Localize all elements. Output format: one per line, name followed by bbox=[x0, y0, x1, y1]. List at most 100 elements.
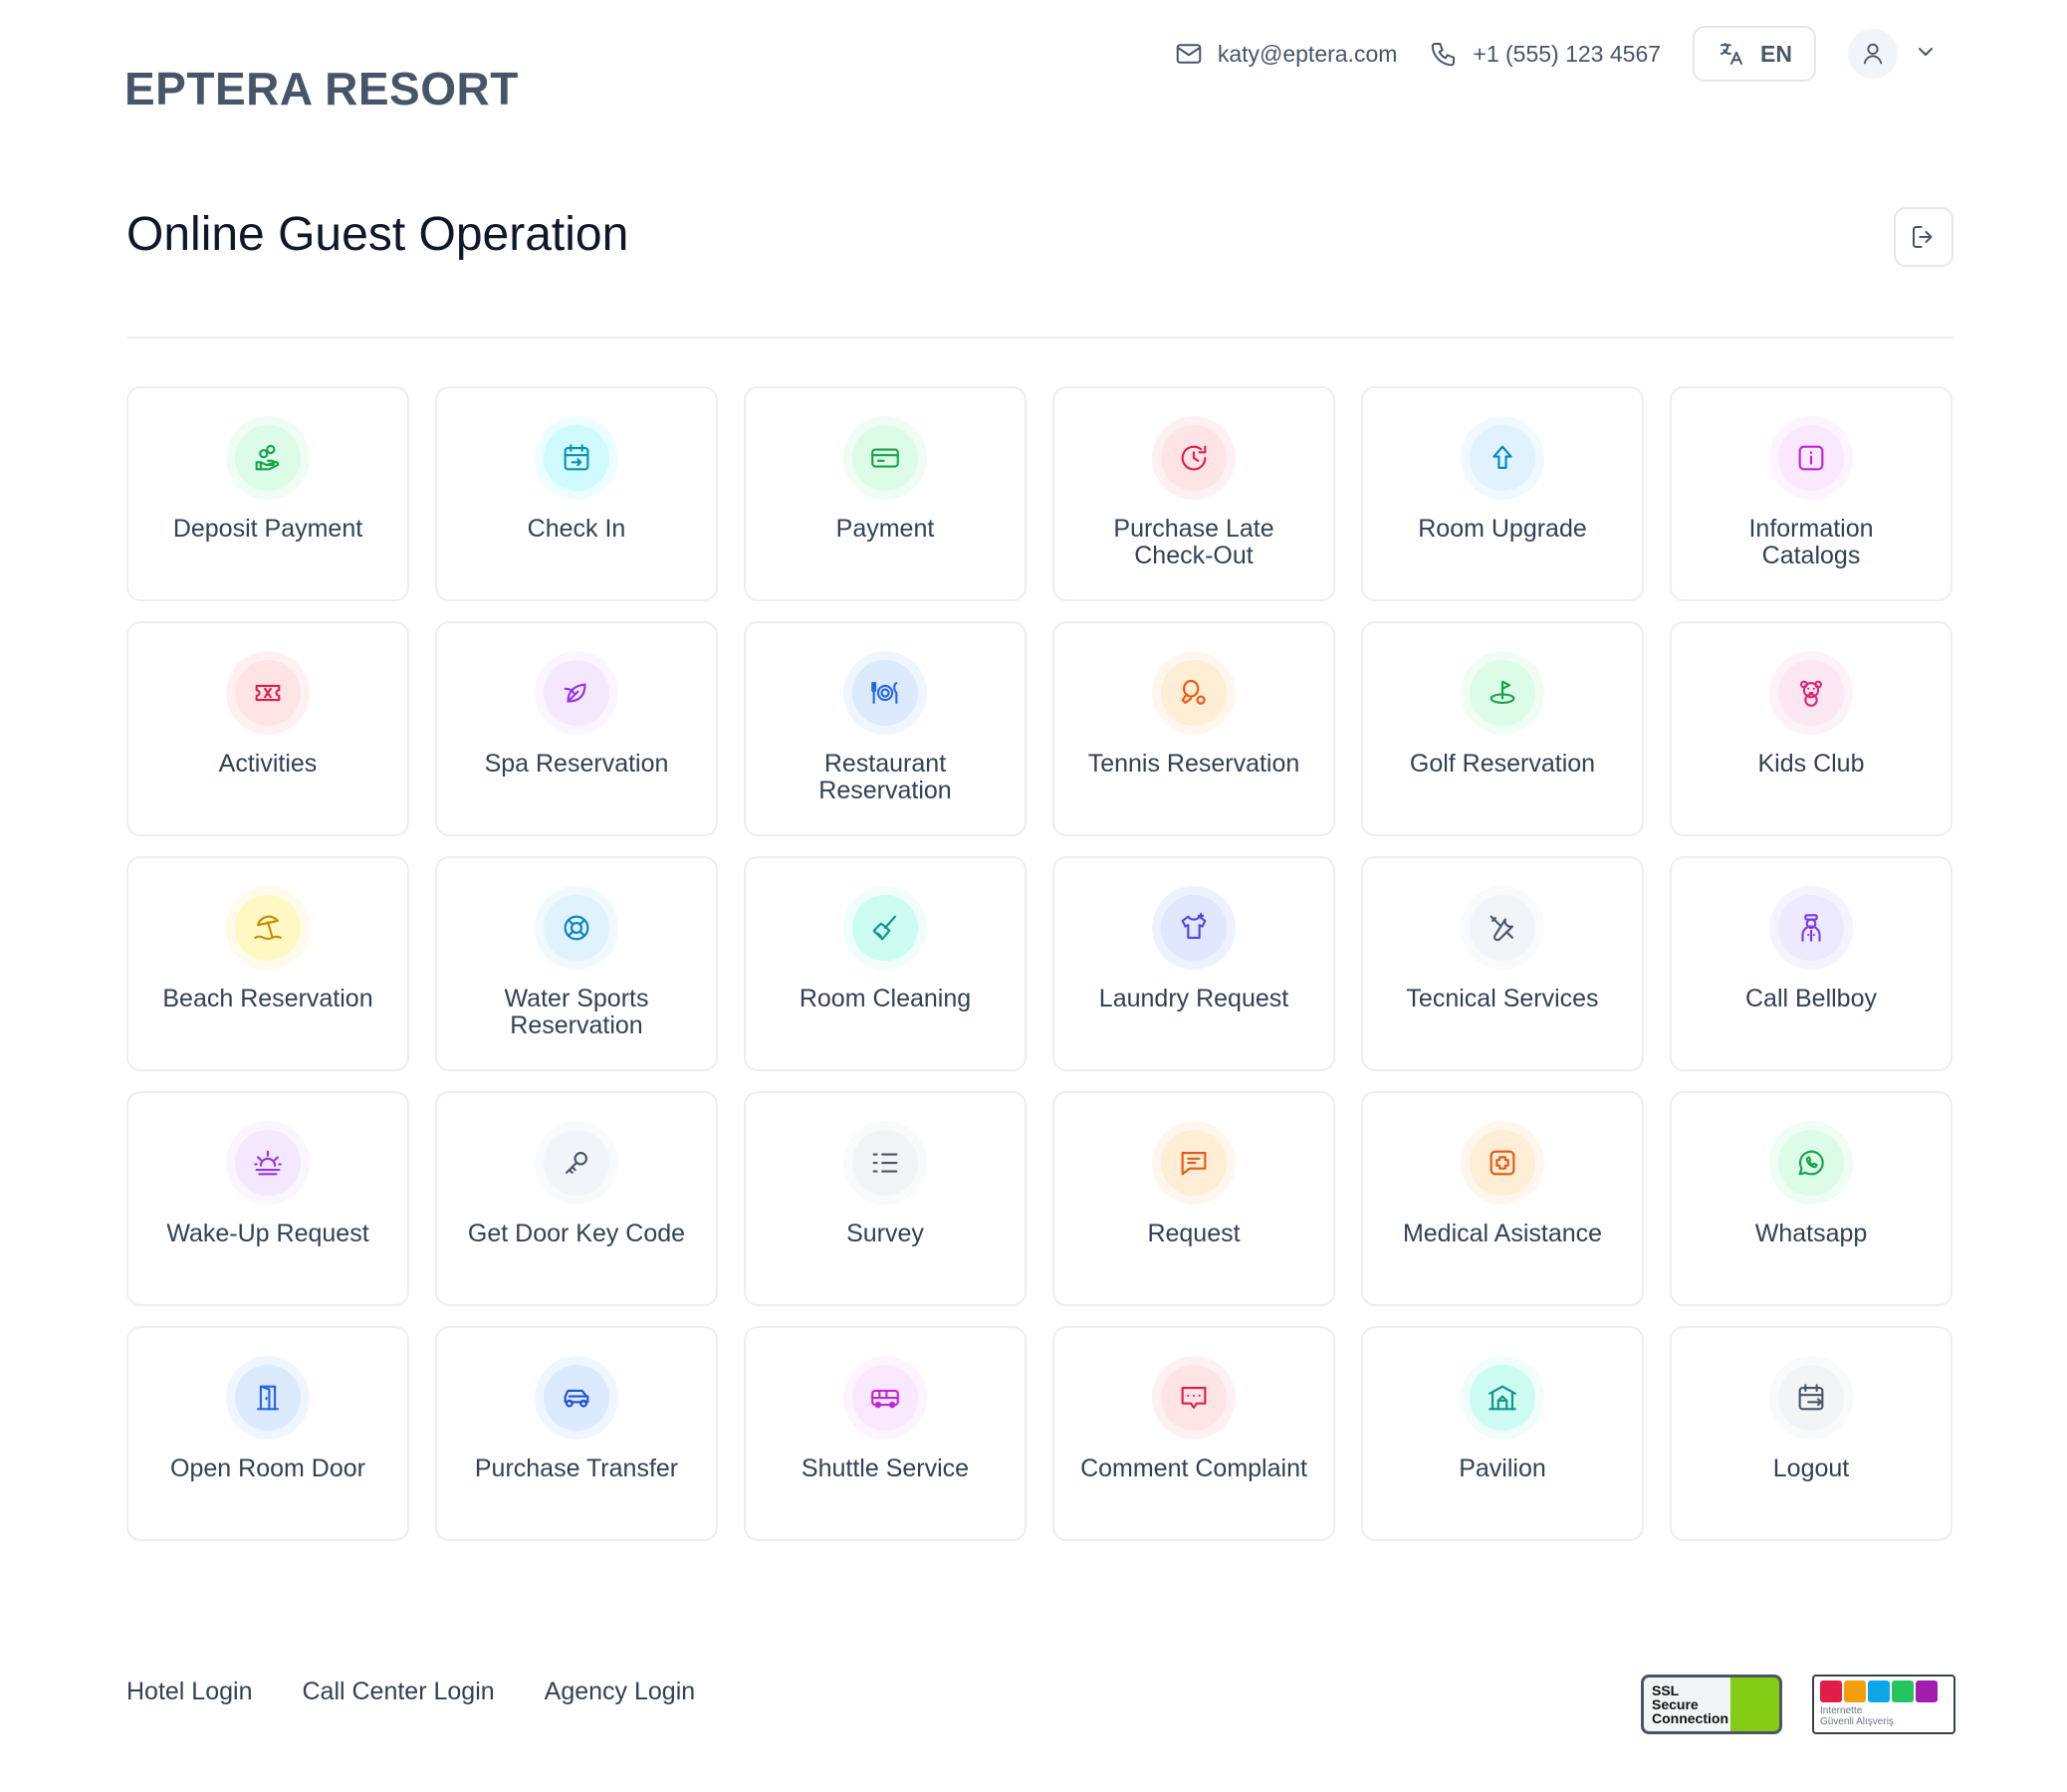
calendar-check-in-icon bbox=[544, 425, 609, 491]
service-card-label: Activities bbox=[218, 750, 318, 778]
service-card-open-room-door[interactable]: Open Room Door bbox=[126, 1326, 409, 1541]
clock-refresh-icon bbox=[1161, 425, 1227, 491]
service-card-survey[interactable]: Survey bbox=[744, 1091, 1027, 1306]
service-card-label: Whatsapp bbox=[1754, 1220, 1868, 1247]
arrow-up-icon bbox=[1470, 425, 1535, 491]
service-card-label: Medical Asistance bbox=[1402, 1220, 1603, 1247]
service-card-kids-club[interactable]: Kids Club bbox=[1670, 621, 1952, 836]
icon-ring bbox=[1769, 1356, 1853, 1440]
icon-ring bbox=[1461, 886, 1544, 970]
icon-ring bbox=[1461, 1121, 1544, 1205]
plate-cutlery-icon bbox=[852, 660, 918, 726]
divider bbox=[126, 336, 1954, 338]
guvenli-alisveris-badge[interactable]: Internette Güvenli Alışveriş bbox=[1812, 1675, 1955, 1734]
mail-icon bbox=[1176, 44, 1202, 64]
logout-icon bbox=[1913, 226, 1933, 248]
service-card-label: Pavilion bbox=[1459, 1455, 1546, 1482]
golf-icon bbox=[1470, 660, 1535, 726]
footer-links: Hotel Login Call Center Login Agency Log… bbox=[126, 1678, 695, 1706]
service-card-label: Open Room Door bbox=[170, 1455, 365, 1482]
service-card-pavilion[interactable]: Pavilion bbox=[1361, 1326, 1644, 1541]
chevron-down-icon[interactable] bbox=[1914, 40, 1938, 69]
service-card-spa-reservation[interactable]: Spa Reservation bbox=[435, 621, 718, 836]
service-card-label: Survey bbox=[846, 1220, 924, 1247]
guvenli-line-2: Güvenli Alışveriş bbox=[1820, 1716, 1894, 1727]
ticket-icon bbox=[235, 660, 301, 726]
service-card-information-catalogs[interactable]: Information Catalogs bbox=[1670, 386, 1952, 601]
service-card-label: Deposit Payment bbox=[172, 515, 363, 543]
service-grid: Deposit Payment Check In Payment Purchase L… bbox=[126, 386, 1954, 1541]
service-card-purchase-late-check-out[interactable]: Purchase Late Check-Out bbox=[1052, 386, 1335, 601]
service-card-golf-reservation[interactable]: Golf Reservation bbox=[1361, 621, 1644, 836]
ssl-secure-badge[interactable]: SSL Secure Connection bbox=[1641, 1675, 1782, 1734]
email-contact[interactable]: katy@eptera.com bbox=[1174, 39, 1398, 69]
service-card-label: Logout bbox=[1772, 1455, 1850, 1482]
service-card-logout[interactable]: Logout bbox=[1670, 1326, 1952, 1541]
medical-cross-icon bbox=[1470, 1130, 1535, 1196]
translate-icon bbox=[1721, 43, 1743, 65]
service-card-wake-up-request[interactable]: Wake-Up Request bbox=[126, 1091, 409, 1306]
checklist-icon bbox=[852, 1130, 918, 1196]
service-card-check-in[interactable]: Check In bbox=[435, 386, 718, 601]
call-center-login-link[interactable]: Call Center Login bbox=[302, 1678, 494, 1706]
language-label: EN bbox=[1760, 40, 1792, 67]
top-bar: katy@eptera.com +1 (555) 123 4567 EN bbox=[1174, 26, 1938, 82]
service-card-purchase-transfer[interactable]: Purchase Transfer bbox=[435, 1326, 718, 1541]
hand-coins-icon bbox=[235, 425, 301, 491]
service-card-label: Spa Reservation bbox=[484, 750, 669, 778]
service-card-activities[interactable]: Activities bbox=[126, 621, 409, 836]
agency-login-link[interactable]: Agency Login bbox=[545, 1678, 696, 1706]
service-card-room-cleaning[interactable]: Room Cleaning bbox=[744, 856, 1027, 1071]
email-text: katy@eptera.com bbox=[1217, 40, 1398, 67]
service-card-label: Comment Complaint bbox=[1080, 1455, 1307, 1482]
service-card-room-upgrade[interactable]: Room Upgrade bbox=[1361, 386, 1644, 601]
service-card-deposit-payment[interactable]: Deposit Payment bbox=[126, 386, 409, 601]
service-card-laundry-request[interactable]: Laundry Request bbox=[1052, 856, 1335, 1071]
icon-ring bbox=[1769, 1121, 1853, 1205]
icon-ring bbox=[226, 651, 310, 735]
service-card-shuttle-service[interactable]: Shuttle Service bbox=[744, 1326, 1027, 1541]
service-card-get-door-key-code[interactable]: Get Door Key Code bbox=[435, 1091, 718, 1306]
service-card-label: Kids Club bbox=[1757, 750, 1865, 778]
trust-badges: SSL Secure Connection Internette Güvenli… bbox=[1641, 1675, 1955, 1734]
service-card-label: Check In bbox=[527, 515, 626, 543]
service-card-comment-complaint[interactable]: Comment Complaint bbox=[1052, 1326, 1335, 1541]
service-card-tennis-reservation[interactable]: Tennis Reservation bbox=[1052, 621, 1335, 836]
guvenli-line-1: Internette bbox=[1820, 1705, 1863, 1716]
car-icon bbox=[544, 1365, 609, 1431]
icon-ring bbox=[1769, 651, 1853, 735]
icon-ring bbox=[535, 651, 618, 735]
service-card-label: Room Cleaning bbox=[799, 985, 972, 1012]
icon-ring bbox=[1769, 416, 1853, 500]
language-selector[interactable]: EN bbox=[1693, 26, 1816, 82]
ssl-line-2: Secure bbox=[1652, 1696, 1699, 1712]
hotel-login-link[interactable]: Hotel Login bbox=[126, 1678, 252, 1706]
service-card-beach-reservation[interactable]: Beach Reservation bbox=[126, 856, 409, 1071]
service-card-restaurant-reservation[interactable]: Restaurant Reservation bbox=[744, 621, 1027, 836]
icon-ring bbox=[535, 416, 618, 500]
icon-ring bbox=[1461, 416, 1544, 500]
service-card-payment[interactable]: Payment bbox=[744, 386, 1027, 601]
service-card-label: Room Upgrade bbox=[1418, 515, 1587, 543]
user-menu[interactable] bbox=[1848, 29, 1938, 79]
service-card-label: Tennis Reservation bbox=[1087, 750, 1300, 778]
icon-ring bbox=[1152, 1356, 1236, 1440]
service-card-medical-asistance[interactable]: Medical Asistance bbox=[1361, 1091, 1644, 1306]
service-card-label: Request bbox=[1147, 1220, 1241, 1247]
service-card-tecnical-services[interactable]: Tecnical Services bbox=[1361, 856, 1644, 1071]
service-card-label: Information Catalogs bbox=[1748, 515, 1874, 569]
service-card-label: Beach Reservation bbox=[162, 985, 373, 1012]
icon-ring bbox=[226, 1356, 310, 1440]
service-card-whatsapp[interactable]: Whatsapp bbox=[1670, 1091, 1952, 1306]
exit-button[interactable] bbox=[1894, 207, 1953, 267]
service-card-request[interactable]: Request bbox=[1052, 1091, 1335, 1306]
service-card-call-bellboy[interactable]: Call Bellboy bbox=[1670, 856, 1952, 1071]
avatar[interactable] bbox=[1848, 29, 1898, 79]
service-card-label: Restaurant Reservation bbox=[818, 750, 952, 804]
service-card-water-sports-reservation[interactable]: Water Sports Reservation bbox=[435, 856, 718, 1071]
icon-ring bbox=[843, 1121, 927, 1205]
phone-contact[interactable]: +1 (555) 123 4567 bbox=[1429, 39, 1661, 69]
icon-ring bbox=[226, 1121, 310, 1205]
resort-logo[interactable]: EPTERA RESORT bbox=[124, 62, 519, 115]
credit-card-icon bbox=[852, 425, 918, 491]
